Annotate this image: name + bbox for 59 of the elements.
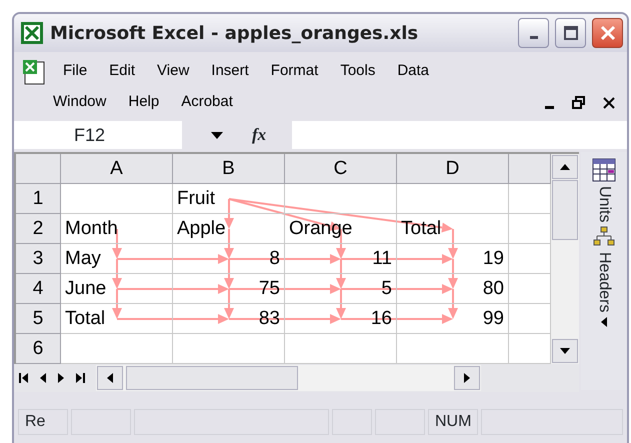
maximize-button[interactable] [555,18,586,48]
scroll-thumb[interactable] [552,180,578,240]
column-header[interactable]: B [173,154,285,184]
first-icon [19,372,29,384]
up-arrow-icon [560,164,570,170]
num-lock-indicator: NUM [428,409,478,435]
row-header[interactable]: 1 [16,184,61,214]
close-icon [600,25,616,41]
minimize-button[interactable] [518,18,549,48]
name-box[interactable]: F12 [14,121,182,149]
last-icon [75,372,85,384]
right-arrow-icon [464,373,470,383]
scrollbar-track[interactable] [551,152,579,364]
column-header[interactable]: A [61,154,173,184]
calendar-icon[interactable] [592,158,616,182]
menu-item[interactable]: Window [42,91,118,114]
right-arrow-icon [57,372,65,384]
tree-icon[interactable] [593,226,615,248]
formula-field[interactable] [292,121,627,149]
restore-icon[interactable] [572,96,585,109]
close-button[interactable] [592,18,623,48]
left-arrow-icon [39,372,47,384]
window-title: Microsoft Excel - apples_oranges.xls [50,22,420,46]
panel-tab[interactable]: Units [592,186,616,222]
column-header[interactable]: D [397,154,509,184]
scroll-up-button[interactable] [552,155,578,179]
row-header[interactable]: 5 [16,304,61,334]
status-message: Re [18,409,68,435]
menu-item[interactable]: Data [386,60,440,83]
scroll-right-button[interactable] [454,366,480,390]
menu-item[interactable]: Format [260,60,330,83]
menu-item[interactable]: Help [117,91,170,114]
workbook-icon[interactable] [22,58,46,84]
scroll-left-button[interactable] [97,366,123,390]
table-cell: Fruit [173,184,285,214]
spreadsheet-icon [20,21,44,45]
scroll-down-button[interactable] [552,339,578,363]
row-header[interactable]: 3 [16,244,61,274]
menu-item[interactable]: Tools [329,60,386,83]
close-icon[interactable] [603,96,615,108]
minimize-icon [530,36,538,39]
scroll-thumb[interactable] [126,366,298,390]
menu-item[interactable]: View [146,60,200,83]
function-label[interactable]: fx [252,122,292,148]
menu-item[interactable]: Insert [200,60,260,83]
panel-tab[interactable]: Headers [592,252,616,313]
menu-item[interactable]: Edit [98,60,146,83]
row-header[interactable]: 4 [16,274,61,304]
table-cell: Month [61,214,173,244]
column-header[interactable]: C [285,154,397,184]
row-header[interactable]: 6 [16,334,61,364]
maximize-icon [562,25,578,41]
menu-item[interactable]: File [52,60,98,83]
row-header[interactable]: 2 [16,214,61,244]
left-arrow-icon [107,373,113,383]
menu-item[interactable]: Acrobat [170,91,244,114]
down-arrow-icon [560,348,570,354]
dropdown-icon[interactable] [211,132,223,138]
caret-icon[interactable] [601,316,607,327]
